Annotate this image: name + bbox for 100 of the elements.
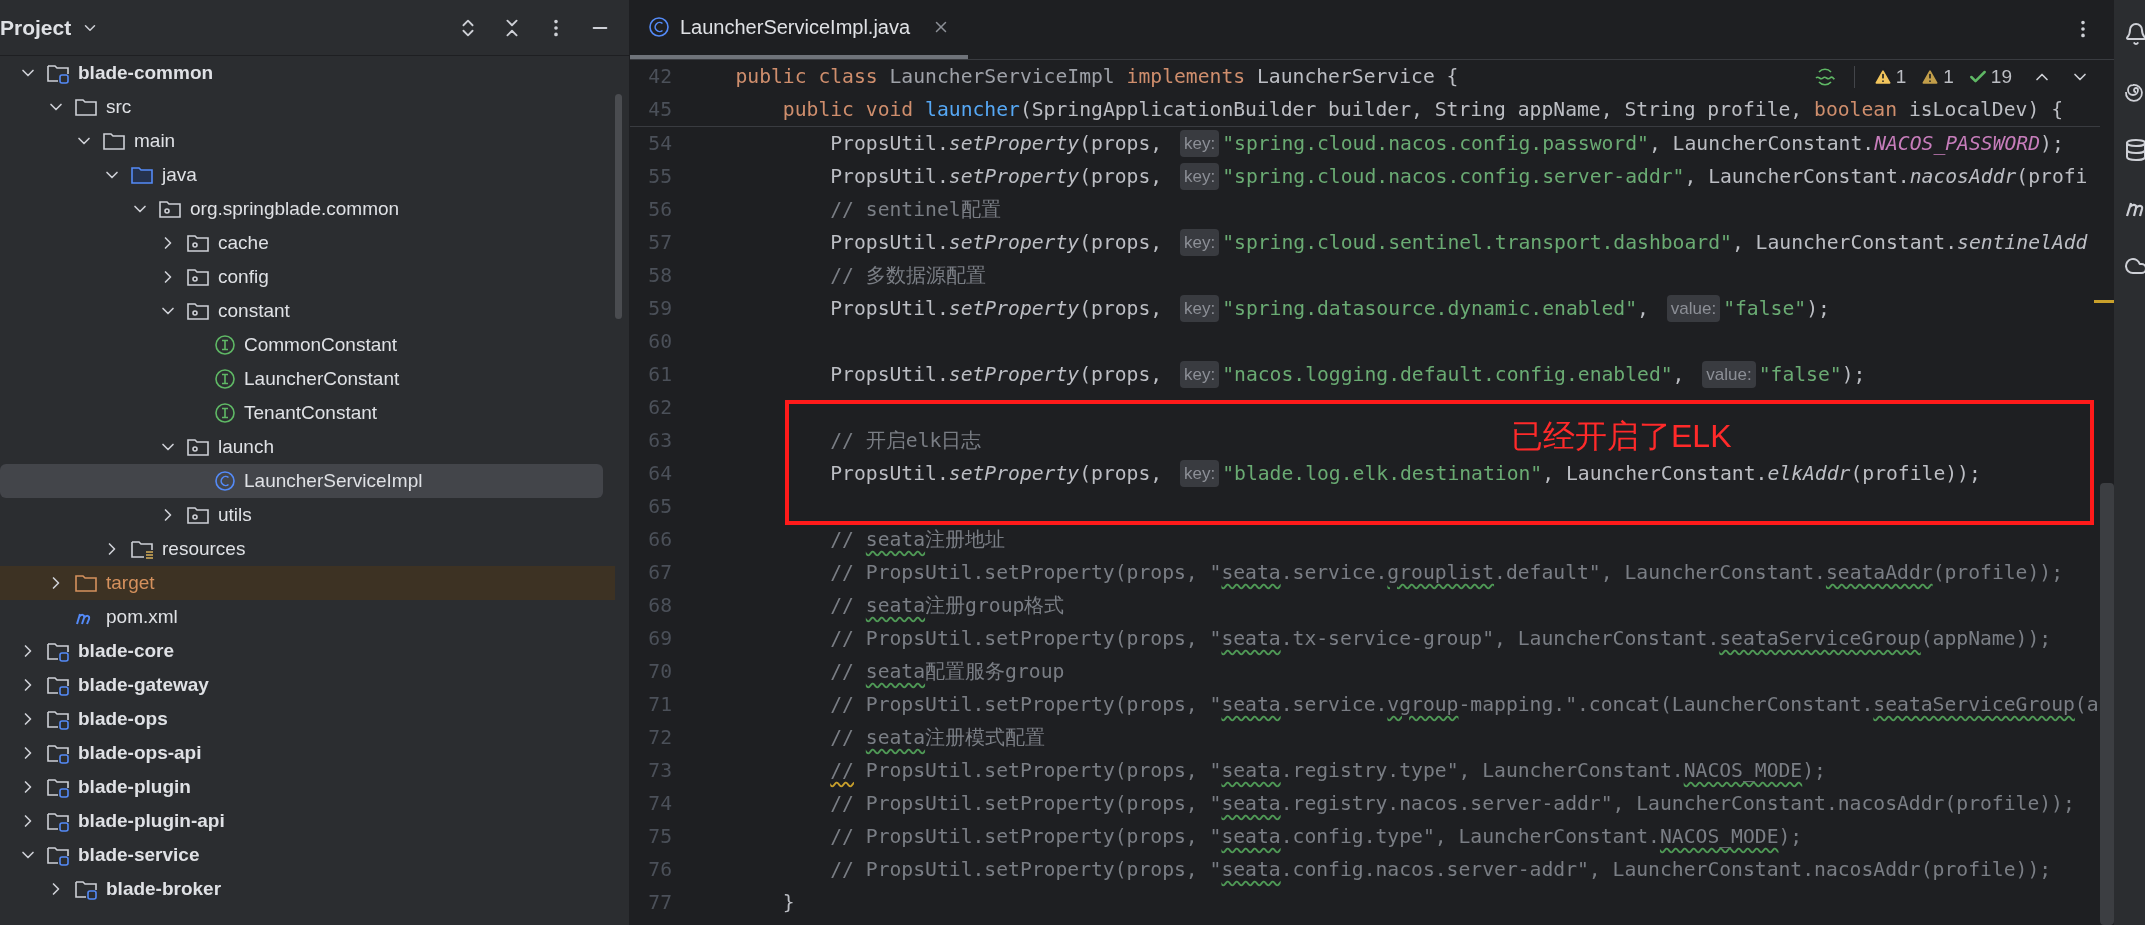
code-token: nacosAddr (1909, 163, 2017, 190)
tree-item[interactable]: blade-plugin (0, 770, 615, 804)
code-token: (appName)); (1920, 625, 2052, 652)
code-token: seata (865, 526, 926, 553)
package-folder-icon (186, 266, 210, 288)
module-folder-icon (46, 844, 70, 866)
tree-item[interactable]: LauncherServiceImpl (0, 464, 603, 498)
scrollbar-thumb[interactable] (2100, 483, 2114, 925)
code-token: LauncherServiceImpl (889, 63, 1116, 90)
code-token: } (782, 889, 795, 916)
tree-item[interactable]: src (0, 90, 615, 124)
code-token: .service. (1280, 559, 1388, 586)
tree-item[interactable]: config (0, 260, 615, 294)
code-token: PropsUtil. (830, 460, 949, 487)
tree-item[interactable]: utils (0, 498, 615, 532)
tree-item[interactable]: blade-ops (0, 702, 615, 736)
inlay-hint: value: (1666, 294, 1721, 323)
tree-item[interactable]: blade-ops-api (0, 736, 615, 770)
inlay-hint: key: (1180, 129, 1220, 158)
panel-title[interactable]: Project (0, 11, 72, 44)
code-token: ); (1778, 823, 1803, 850)
code-token: // sentinel配置 (830, 196, 1001, 223)
code-token: seata (865, 592, 926, 619)
warning-icon (1872, 67, 1893, 87)
database-icon[interactable] (2123, 138, 2145, 162)
code-token: // PropsUtil.setProperty(props, " (830, 691, 1222, 718)
inspection-count[interactable]: 1 (1920, 62, 1954, 92)
code-token: , (1672, 361, 1686, 388)
code-token: PropsUtil. (830, 130, 949, 157)
tree-item[interactable]: constant (0, 294, 615, 328)
code-token: .config.nacos.server-addr", LauncherConstant.nacosAddr(profile)); (1280, 856, 2052, 883)
tree-item[interactable]: TenantConstant (0, 396, 615, 430)
package-folder-icon (186, 232, 210, 254)
tree-item[interactable]: launch (0, 430, 615, 464)
bell-icon[interactable] (2123, 22, 2145, 46)
code-token: 注册地址 (925, 526, 1006, 553)
tree-item[interactable]: LauncherConstant (0, 362, 615, 396)
code-token: setProperty (948, 361, 1080, 388)
code-token: "spring.cloud.nacos.config.server-addr" (1222, 163, 1685, 190)
code-token: // (830, 757, 854, 784)
code-token: .config.type", LauncherConstant. (1280, 823, 1660, 850)
inspection-count[interactable]: 1 (1872, 62, 1907, 92)
code-token: implements (1126, 63, 1247, 90)
code-token: .default", LauncherConstant. (1494, 559, 1826, 586)
code-token: .registry.nacos.server-addr", LauncherConstant.nacosAddr(profile)); (1280, 790, 2075, 817)
code-token: seata (1221, 691, 1281, 718)
code-token: "nacos.logging.default.config.enabled" (1222, 361, 1673, 388)
code-token: grouplist (1387, 559, 1495, 586)
tree-item[interactable]: blade-broker (0, 872, 615, 906)
editor-tab[interactable]: LauncherServiceImpl.java (630, 0, 969, 59)
code-token: // (830, 724, 855, 751)
tree-item[interactable]: blade-service (0, 838, 615, 872)
code-token: "spring.cloud.sentinel.transport.dashboard" (1222, 229, 1732, 256)
code-token: public class (735, 63, 879, 90)
tree-item[interactable]: blade-common (0, 56, 615, 90)
code-token: "blade.log.elk.destination" (1222, 460, 1543, 487)
inlay-hint: key: (1180, 228, 1220, 257)
code-token: -mapping.".concat(LauncherConstant. (1458, 691, 1874, 718)
tree-item[interactable]: resources (0, 532, 615, 566)
module-folder-icon (46, 674, 70, 696)
code-token: seataServiceGroup (1719, 625, 1921, 652)
code-token: , (1637, 295, 1650, 322)
code-token: , LauncherConstant. (1648, 130, 1875, 157)
module-folder-icon (46, 62, 70, 84)
tree-item[interactable]: blade-core (0, 634, 615, 668)
code-token: setProperty (948, 229, 1080, 256)
inspection-count[interactable]: 19 (1967, 62, 2012, 92)
tree-item[interactable]: blade-gateway (0, 668, 615, 702)
tree-item[interactable]: blade-plugin-api (0, 804, 615, 838)
inlay-hint: key: (1180, 360, 1220, 389)
tree-item[interactable]: main (0, 124, 615, 158)
tree-item[interactable]: java (0, 158, 615, 192)
tree-item[interactable]: pom.xml (0, 600, 615, 634)
package-folder-icon (186, 300, 210, 322)
wave-icon[interactable] (1813, 67, 1836, 87)
code-token: (props, (1079, 130, 1164, 157)
code-token: NACOS_MODE (1659, 823, 1779, 850)
tree-item[interactable]: CommonConstant (0, 328, 615, 362)
code-token: "spring.datasource.dynamic.enabled" (1222, 295, 1638, 322)
code-token: seata (1221, 625, 1281, 652)
code-token: ); (2040, 130, 2064, 157)
inlay-hint: key: (1180, 294, 1220, 323)
folder-icon (102, 130, 126, 152)
code-token: seata (1221, 559, 1281, 586)
class-icon (648, 16, 670, 38)
scrollbar-thumb[interactable] (615, 94, 622, 319)
code-token: (profile)); (1932, 559, 2063, 586)
module-folder-icon (46, 810, 70, 832)
code-token: // (830, 526, 855, 553)
tree-item[interactable]: cache (0, 226, 615, 260)
code-token: 注册模式配置 (925, 724, 1046, 751)
module-folder-icon (46, 776, 70, 798)
module-folder-icon (74, 878, 98, 900)
interface-icon (214, 402, 236, 424)
code-token: public void (782, 96, 915, 123)
tree-item[interactable]: target (0, 566, 615, 600)
inlay-hint: key: (1180, 162, 1220, 191)
code-token: seata (1221, 823, 1281, 850)
code-token: (props, (1079, 163, 1164, 190)
tree-item[interactable]: org.springblade.common (0, 192, 615, 226)
